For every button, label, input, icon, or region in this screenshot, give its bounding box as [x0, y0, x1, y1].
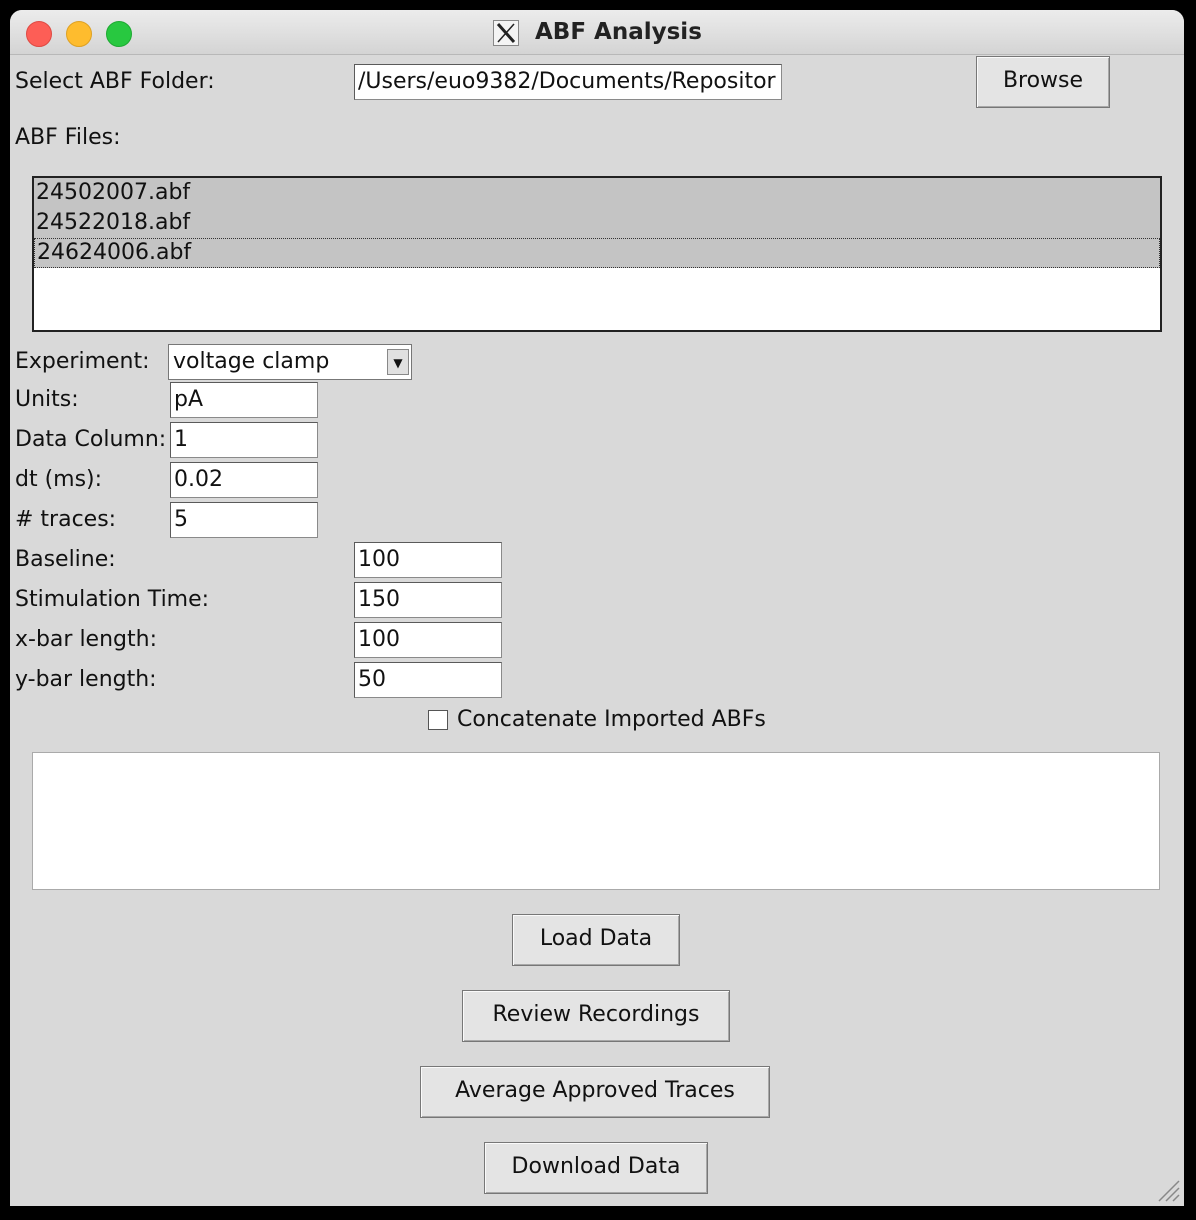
browse-button[interactable]: Browse: [976, 56, 1110, 108]
experiment-select[interactable]: voltage clamp ▼: [168, 344, 412, 380]
folder-label: Select ABF Folder:: [15, 69, 215, 94]
data-column-label: Data Column:: [15, 427, 167, 452]
review-recordings-button[interactable]: Review Recordings: [462, 990, 730, 1042]
baseline-input[interactable]: 100: [354, 542, 502, 578]
dt-input[interactable]: 0.02: [170, 462, 318, 498]
list-item[interactable]: 24624006.abf: [34, 238, 1160, 268]
output-text-area[interactable]: [32, 752, 1160, 890]
traces-label: # traces:: [15, 507, 117, 532]
download-data-button[interactable]: Download Data: [484, 1142, 708, 1194]
resize-grip-icon[interactable]: [1154, 1176, 1180, 1202]
folder-path-input[interactable]: /Users/euo9382/Documents/Repositor: [354, 64, 782, 100]
x-bar-length-label: x-bar length:: [15, 627, 157, 652]
window-title: ABF Analysis: [535, 19, 702, 45]
stimulation-time-input[interactable]: 150: [354, 582, 502, 618]
list-item[interactable]: 24502007.abf: [34, 178, 1160, 208]
x11-app-icon: [493, 20, 519, 46]
list-item[interactable]: 24522018.abf: [34, 208, 1160, 238]
units-input[interactable]: pA: [170, 382, 318, 418]
traces-input[interactable]: 5: [170, 502, 318, 538]
load-data-button[interactable]: Load Data: [512, 914, 680, 966]
app-window: ABF Analysis Select ABF Folder: /Users/e…: [10, 10, 1184, 1206]
minimize-window-button[interactable]: [66, 21, 92, 47]
x-bar-length-input[interactable]: 100: [354, 622, 502, 658]
y-bar-length-input[interactable]: 50: [354, 662, 502, 698]
dt-label: dt (ms):: [15, 467, 103, 492]
baseline-label: Baseline:: [15, 547, 116, 572]
y-bar-length-label: y-bar length:: [15, 667, 157, 692]
units-label: Units:: [15, 387, 79, 412]
close-window-button[interactable]: [26, 21, 52, 47]
chevron-down-icon[interactable]: ▼: [387, 349, 409, 375]
title-bar: ABF Analysis: [10, 10, 1184, 55]
concatenate-label[interactable]: Concatenate Imported ABFs: [457, 706, 766, 734]
stimulation-time-label: Stimulation Time:: [15, 587, 210, 612]
abf-files-label: ABF Files:: [15, 125, 121, 150]
experiment-value: voltage clamp: [173, 349, 330, 374]
data-column-input[interactable]: 1: [170, 422, 318, 458]
zoom-window-button[interactable]: [106, 21, 132, 47]
concatenate-checkbox[interactable]: [428, 710, 448, 730]
abf-file-list[interactable]: 24502007.abf 24522018.abf 24624006.abf: [32, 176, 1162, 332]
experiment-label: Experiment:: [15, 349, 150, 374]
average-approved-traces-button[interactable]: Average Approved Traces: [420, 1066, 770, 1118]
